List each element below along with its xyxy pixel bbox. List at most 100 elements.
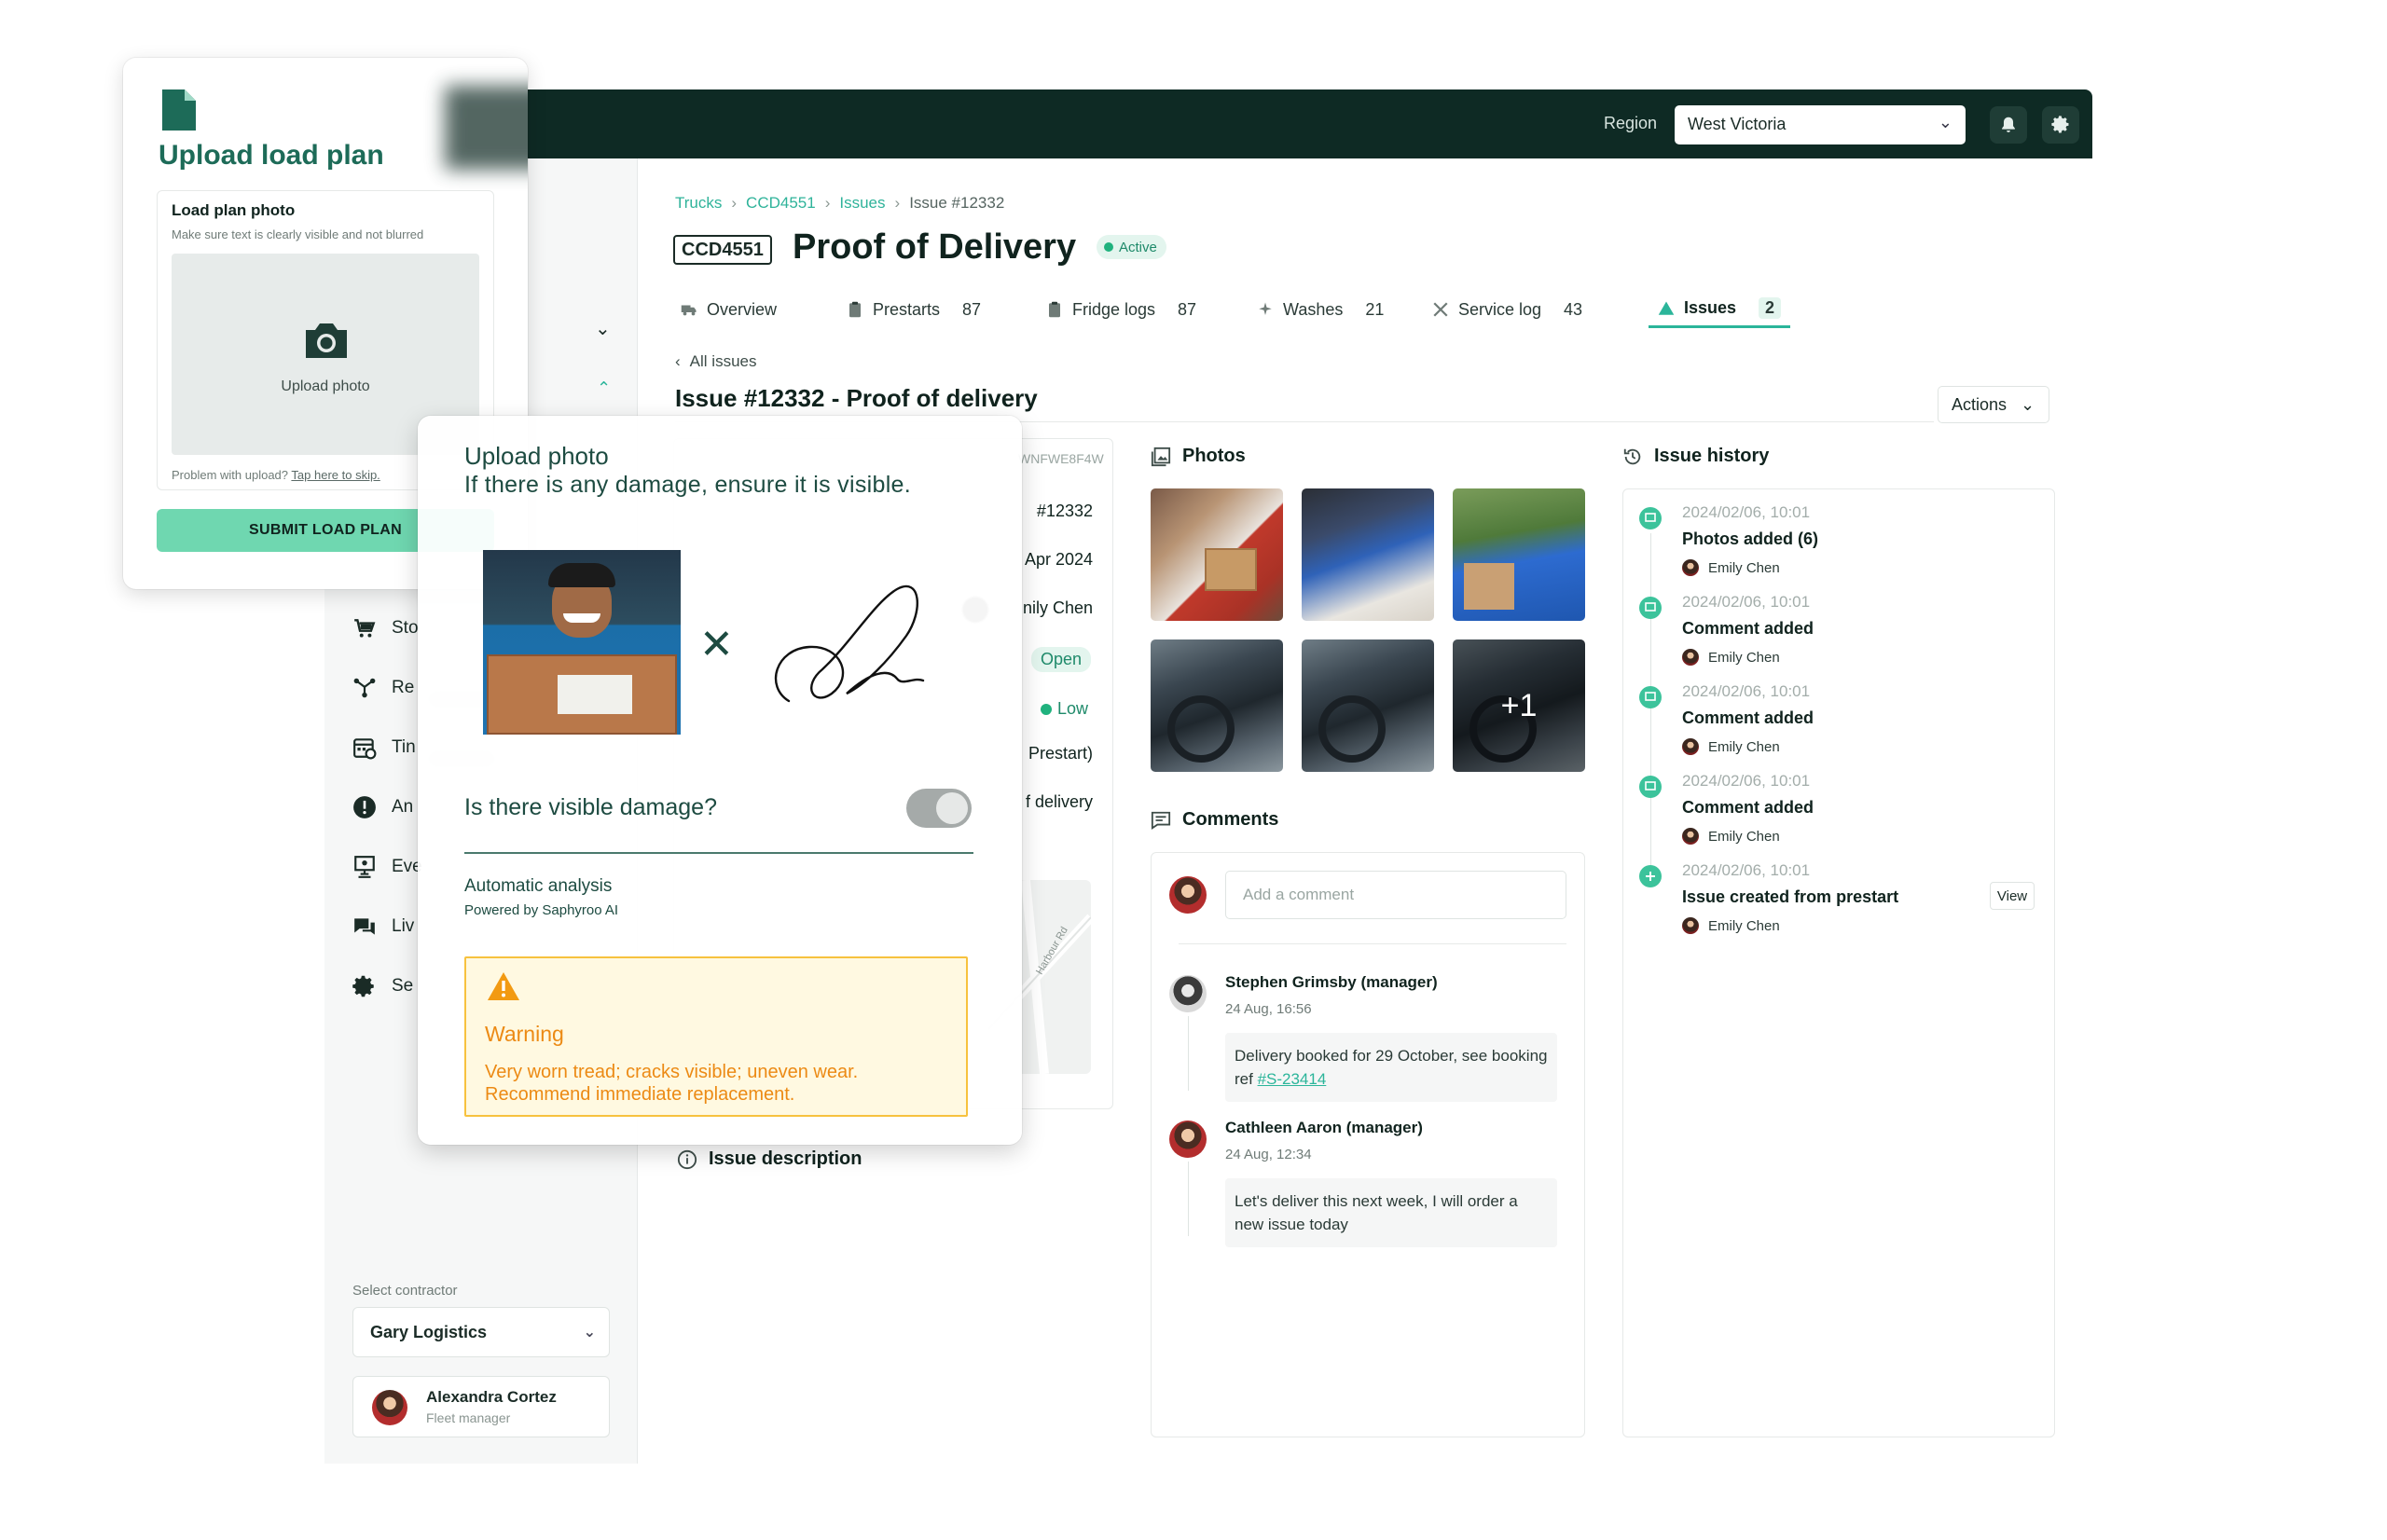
avatar <box>1169 1121 1207 1158</box>
history-user: Emily Chen <box>1682 828 1780 845</box>
chevron-down-icon: ⌄ <box>2021 395 2035 414</box>
calendar-icon <box>353 738 377 760</box>
photo-more[interactable]: +1 <box>1453 639 1585 772</box>
timeline-dot <box>1639 507 1662 529</box>
avatar <box>1682 828 1699 845</box>
history-title: Comment added <box>1682 619 1814 638</box>
tools-icon <box>1433 302 1448 317</box>
sidebar-item-label: Tin <box>392 737 416 757</box>
tab-prestarts[interactable]: Prestarts 87 <box>847 291 981 328</box>
sidebar-item-live-chat[interactable]: Liv <box>352 910 414 943</box>
history-user: Emily Chen <box>1682 738 1780 755</box>
history-date: 2024/02/06, 10:01 <box>1682 861 1811 879</box>
breadcrumb-current: Issue #12332 <box>909 194 1005 212</box>
load-plan-photo-heading: Load plan photo <box>172 201 296 219</box>
photo-thumbnail[interactable] <box>1151 488 1283 621</box>
history-date: 2024/02/06, 10:01 <box>1682 772 1811 790</box>
plus-icon <box>1646 872 1655 881</box>
view-prestart-button[interactable]: View <box>1990 882 2035 910</box>
status-dot <box>1104 242 1113 252</box>
sidebar-item-timesheets[interactable]: Tin <box>352 731 416 764</box>
tab-label: Overview <box>707 299 778 319</box>
breadcrumb-trucks[interactable]: Trucks <box>675 194 722 213</box>
package-icon <box>1464 563 1514 610</box>
gallery-icon <box>1151 447 1171 466</box>
contractor-value: Gary Logistics <box>370 1323 488 1341</box>
back-to-issues-link[interactable]: ‹ All issues <box>675 352 756 371</box>
camera-icon <box>306 323 347 358</box>
tab-issues[interactable]: Issues 2 <box>1649 291 1791 328</box>
vin-fragment: WNFWE8F4W <box>1018 451 1104 466</box>
tab-overview[interactable]: Overview <box>681 291 777 328</box>
issue-description-heading: Issue description <box>677 1148 862 1170</box>
delivery-photo[interactable] <box>483 550 681 735</box>
sidebar-item-settings[interactable]: Se <box>352 969 413 1003</box>
chevron-up-icon[interactable]: ⌄ <box>597 377 611 396</box>
skip-hint: Problem with upload? Tap here to skip. <box>172 468 380 482</box>
thread-line <box>1188 1016 1189 1091</box>
chevron-down-icon[interactable]: ⌄ <box>595 317 611 340</box>
analysis-title: Automatic analysis <box>464 876 613 896</box>
timeline-dot <box>1639 597 1662 619</box>
cart-icon <box>354 619 376 638</box>
comment-body: Delivery booked for 29 October, see book… <box>1225 1033 1557 1102</box>
photo-thumbnail[interactable] <box>1151 639 1283 772</box>
user-role: Fleet manager <box>426 1410 511 1425</box>
sidebar-item-label: Sto <box>392 618 419 638</box>
comment-icon <box>1645 781 1656 791</box>
more-photos-count: +1 <box>1453 639 1585 772</box>
routes-icon <box>353 678 376 698</box>
signature-pad[interactable] <box>757 546 955 736</box>
actions-label: Actions <box>1952 395 2008 414</box>
booking-link[interactable]: #S-23414 <box>1258 1070 1327 1088</box>
presentation-icon <box>354 856 375 878</box>
breadcrumb-truck[interactable]: CCD4551 <box>746 194 816 213</box>
comment-input[interactable]: Add a comment <box>1225 871 1566 919</box>
sidebar-item-announcements[interactable]: An <box>352 791 413 824</box>
tab-label: Service log <box>1458 299 1542 319</box>
sidebar-item-label: Re <box>392 678 415 697</box>
tab-label: Fridge logs <box>1072 299 1156 319</box>
settings-button[interactable] <box>2042 106 2079 144</box>
tab-label: Issues <box>1684 298 1737 317</box>
history-user: Emily Chen <box>1682 649 1780 666</box>
user-card[interactable]: Alexandra Cortez Fleet manager <box>352 1376 610 1437</box>
skip-link[interactable]: Tap here to skip. <box>291 468 379 482</box>
photos-label: Photos <box>1182 446 1246 466</box>
photo-thumbnail[interactable] <box>1302 639 1434 772</box>
history-title: Photos added (6) <box>1682 529 1819 548</box>
warning-body: Very worn tread; cracks visible; uneven … <box>485 1062 859 1105</box>
sidebar-item-events[interactable]: Eve <box>352 850 422 884</box>
tab-washes[interactable]: Washes 21 <box>1257 291 1384 328</box>
chevron-right-icon: › <box>894 194 901 212</box>
tab-service-log[interactable]: Service log 43 <box>1432 291 1582 328</box>
tab-count: 21 <box>1365 299 1385 319</box>
photos-heading: Photos <box>1151 446 1246 467</box>
sidebar-item-label: An <box>392 797 414 817</box>
breadcrumb-issues[interactable]: Issues <box>839 194 885 213</box>
detail-source: Prestart) <box>1028 744 1093 763</box>
actions-button[interactable]: Actions ⌄ <box>1938 386 2049 423</box>
region-select[interactable]: West Victoria ⌄ <box>1675 105 1966 144</box>
warning-triangle-icon <box>488 972 519 1000</box>
sparkle-icon <box>1259 302 1272 315</box>
notifications-button[interactable] <box>1990 106 2027 144</box>
history-user-name: Emily Chen <box>1708 917 1780 934</box>
avatar <box>1169 876 1207 914</box>
avatar <box>1169 975 1207 1012</box>
photo-thumbnail[interactable] <box>1302 488 1434 621</box>
analysis-powered-by: Powered by Saphyroo AI <box>464 902 619 918</box>
clipboard-icon <box>1049 301 1060 318</box>
sidebar-item-stock[interactable]: Sto <box>352 612 419 645</box>
chevron-left-icon: ‹ <box>675 352 681 370</box>
chevron-down-icon: ⌄ <box>1938 113 1952 131</box>
comments-label: Comments <box>1182 809 1279 830</box>
sidebar-item-routes[interactable]: Re <box>352 671 414 705</box>
damage-toggle[interactable] <box>906 789 972 828</box>
photo-thumbnail[interactable] <box>1453 488 1585 621</box>
close-icon[interactable]: ✕ <box>699 621 734 668</box>
history-title: Comment added <box>1682 798 1814 817</box>
issue-title: Issue #12332 - Proof of delivery <box>675 384 1038 412</box>
contractor-select[interactable]: Gary Logistics ⌄ <box>352 1307 610 1357</box>
tab-fridge-logs[interactable]: Fridge logs 87 <box>1046 291 1196 328</box>
